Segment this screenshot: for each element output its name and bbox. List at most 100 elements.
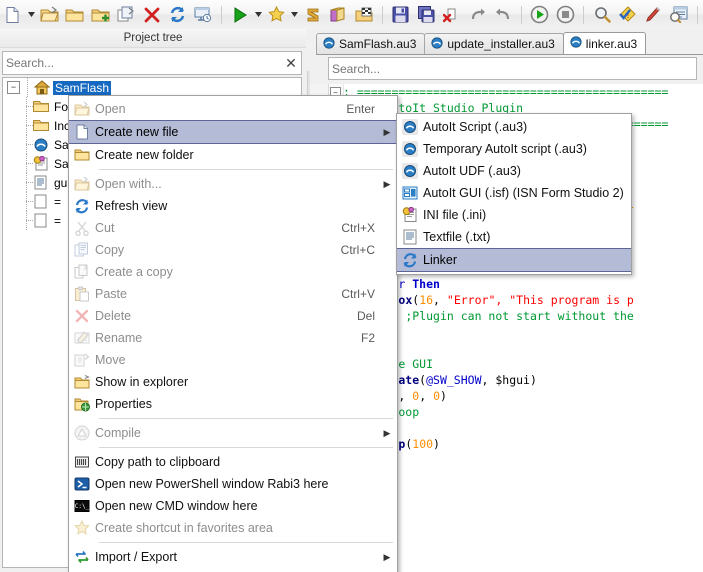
menu-item-label: Refresh view	[95, 199, 168, 213]
help-icon[interactable]	[667, 3, 691, 27]
run-icon[interactable]	[228, 3, 252, 27]
tree-connector	[20, 173, 33, 192]
submenu-item-ini-file-ini[interactable]: INI file (.ini)	[397, 204, 631, 226]
menu-item-label: Open new PowerShell window Rabi3 here	[95, 477, 329, 491]
isf-icon	[397, 183, 423, 203]
close-file-icon[interactable]	[440, 3, 464, 27]
delete-x-icon	[69, 306, 95, 326]
menu-item-rename: abcRename F2	[69, 327, 397, 349]
package-icon[interactable]	[327, 3, 351, 27]
chevron-right-icon: ▶	[383, 126, 391, 137]
tab-linker-au3[interactable]: linker.au3	[562, 32, 647, 54]
paste-icon	[69, 284, 95, 304]
editor-tabstrip: SamFlash.au3 update_installer.au3 linker…	[316, 32, 703, 55]
toolbar-separator	[696, 5, 698, 24]
code-token: @SW_SHOW	[426, 373, 482, 387]
menu-item-shortcut: Enter	[346, 102, 375, 116]
close-project-icon[interactable]	[140, 3, 164, 27]
menu-item-show-in-explorer[interactable]: Show in explorer	[69, 371, 397, 393]
ini-icon	[32, 155, 49, 172]
menu-item-refresh-view[interactable]: Refresh view	[69, 195, 397, 217]
code-token: )	[440, 389, 447, 403]
tab-samflash-au3[interactable]: SamFlash.au3	[316, 33, 426, 54]
code-token: Then	[405, 277, 440, 291]
svg-text:C:\_: C:\_	[75, 503, 90, 510]
add-folder-icon[interactable]	[89, 3, 113, 27]
menu-item-move: Move	[69, 349, 397, 371]
menu-item-open-the-file-with-pelock-autoit-obfuscator[interactable]: Open the file with PELock AutoIt Obfusca…	[69, 568, 397, 572]
menu-item-create-new-file[interactable]: Create new file ▶	[69, 120, 397, 144]
menu-item-label: Copy path to clipboard	[95, 455, 221, 469]
clear-search-icon[interactable]: ✕	[281, 56, 301, 70]
rename-icon: abc	[69, 328, 95, 348]
search-icon[interactable]	[590, 3, 614, 27]
move-icon	[69, 350, 95, 370]
chevron-right-icon: ▶	[383, 178, 391, 189]
chevron-down-icon[interactable]	[26, 3, 37, 27]
submenu-item-autoit-udf-au3[interactable]: AutoIt UDF (.au3)	[397, 160, 631, 182]
submenu-item-label: AutoIt GUI (.isf) (ISN Form Studio 2)	[423, 186, 624, 200]
submenu-item-linker[interactable]: Linker	[397, 248, 631, 272]
build-icon[interactable]	[352, 3, 376, 27]
tab-label: linker.au3	[585, 36, 638, 51]
open-project-icon[interactable]	[37, 3, 61, 27]
editor-search-row[interactable]	[328, 57, 697, 80]
chevron-down-icon[interactable]	[253, 3, 264, 27]
tree-connector	[21, 78, 33, 97]
menu-item-open-with: Open with... ▶	[69, 173, 397, 195]
save-icon[interactable]	[389, 3, 413, 27]
submenu-item-label: Temporary AutoIt script (.au3)	[423, 142, 587, 156]
submenu-item-label: AutoIt UDF (.au3)	[423, 164, 521, 178]
toolbar-separator	[521, 5, 523, 24]
project-search-input[interactable]	[3, 53, 281, 73]
collapse-toggle-icon[interactable]: −	[7, 81, 20, 94]
tab-update-installer-au3[interactable]: update_installer.au3	[424, 33, 564, 54]
clipboard-path-icon	[69, 452, 95, 472]
syntax-check-icon[interactable]: !	[616, 3, 640, 27]
refresh-icon[interactable]	[166, 3, 190, 27]
stop-icon[interactable]	[554, 3, 578, 27]
copy-project-icon[interactable]	[114, 3, 138, 27]
menu-item-shortcut: Ctrl+X	[341, 221, 375, 235]
tree-connector	[20, 211, 33, 230]
menu-item-import-export[interactable]: Import / Export ▶	[69, 546, 397, 568]
menu-item-open-new-cmd-window-here[interactable]: C:\_ Open new CMD window here	[69, 495, 397, 517]
zip-icon[interactable]	[301, 3, 325, 27]
explorer-folder-icon	[69, 372, 95, 392]
submenu-item-temporary-autoit-script-au3[interactable]: Temporary AutoIt script (.au3)	[397, 138, 631, 160]
menu-item-copy-path-to-clipboard[interactable]: Copy path to clipboard	[69, 451, 397, 473]
menu-item-create-new-folder[interactable]: Create new folder	[69, 144, 397, 166]
refresh-icon	[69, 196, 95, 216]
open-folder-icon	[69, 174, 95, 194]
linker-icon	[397, 250, 423, 270]
redo-icon[interactable]	[491, 3, 515, 27]
submenu-item-autoit-script-au3[interactable]: AutoIt Script (.au3)	[397, 116, 631, 138]
submenu-item-autoit-gui-isf-isn-form-studio-2[interactable]: AutoIt GUI (.isf) (ISN Form Studio 2)	[397, 182, 631, 204]
submenu-item-textfile-txt[interactable]: Textfile (.txt)	[397, 226, 631, 248]
editor-search-input[interactable]	[329, 59, 696, 78]
project-context-menu[interactable]: Open Enter Create new file ▶ Create new fold…	[68, 95, 398, 572]
scissors-icon	[69, 218, 95, 238]
menu-item-label: Compile	[95, 426, 141, 440]
au3-icon	[397, 139, 423, 159]
new-file-icon[interactable]	[1, 3, 25, 27]
project-properties-icon[interactable]	[191, 3, 215, 27]
cmd-icon: C:\_	[69, 496, 95, 516]
favorites-star-icon[interactable]	[264, 3, 288, 27]
folder-icon[interactable]	[63, 3, 87, 27]
save-all-icon[interactable]	[414, 3, 438, 27]
menu-item-open-new-powershell-window-rabi3-here[interactable]: Open new PowerShell window Rabi3 here	[69, 473, 397, 495]
menu-item-properties[interactable]: Properties	[69, 393, 397, 415]
ini-icon	[397, 205, 423, 225]
debug-run-icon[interactable]	[528, 3, 552, 27]
tidy-icon[interactable]	[642, 3, 666, 27]
chevron-down-icon[interactable]	[289, 3, 300, 27]
project-search-row[interactable]: ✕	[2, 51, 302, 75]
menu-item-copy: Copy Ctrl+C	[69, 239, 397, 261]
submenu-item-label: AutoIt Script (.au3)	[423, 120, 528, 134]
open-folder-icon	[69, 99, 95, 119]
menu-item-label: Copy	[95, 243, 125, 257]
undo-icon[interactable]	[466, 3, 490, 27]
create-new-file-submenu[interactable]: AutoIt Script (.au3) Temporary AutoIt scr…	[396, 113, 632, 275]
code-token: )	[529, 373, 537, 387]
